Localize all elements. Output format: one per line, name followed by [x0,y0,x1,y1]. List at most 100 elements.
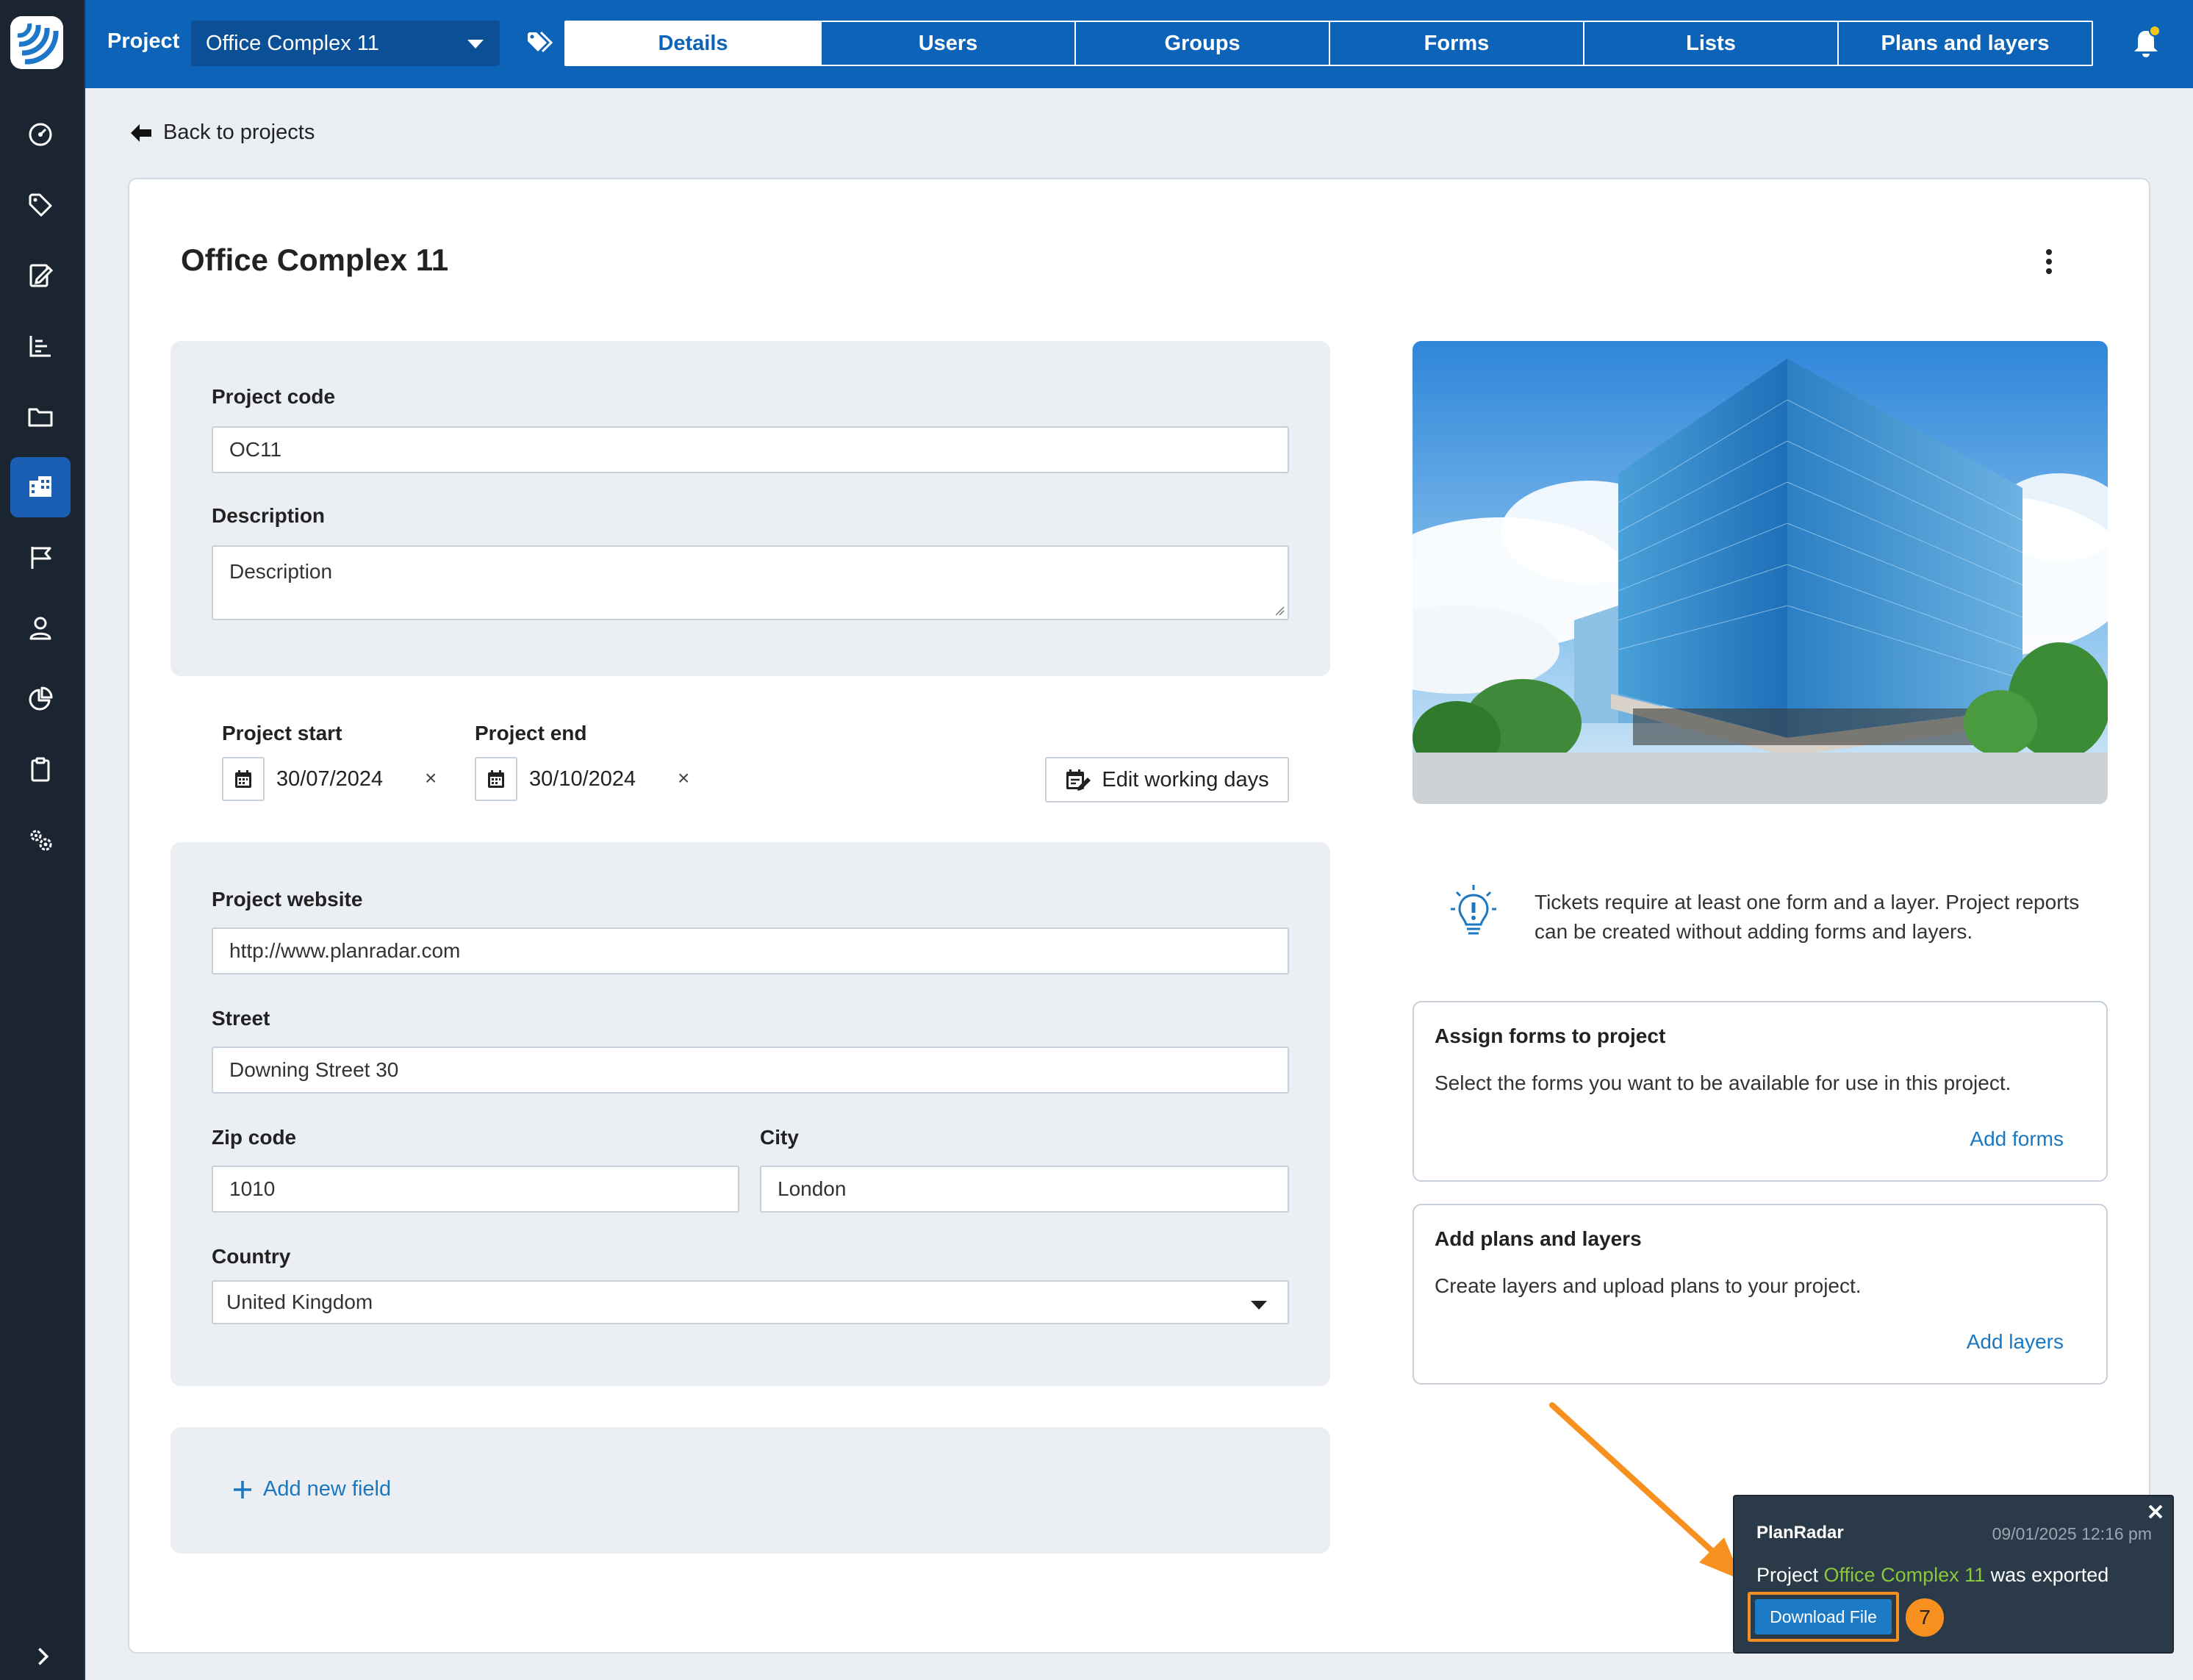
user-icon [29,617,51,640]
toast-msg-prefix: Project [1756,1564,1824,1586]
zip-code-label: Zip code [212,1126,297,1149]
add-new-field-button[interactable]: Add new field [232,1477,391,1501]
project-start-label: Project start [222,722,342,744]
toast-message: Project Office Complex 11 was exported [1756,1564,2108,1587]
basic-info-panel [171,341,1330,676]
tab-users[interactable]: Users [820,22,1074,65]
chart-icon [29,336,51,357]
nav-checklists[interactable] [10,739,71,800]
edit-working-days-button[interactable]: Edit working days [1045,757,1289,803]
project-code-label: Project code [212,385,336,408]
assign-forms-title: Assign forms to project [1435,1024,1666,1047]
back-to-projects-link[interactable]: Back to projects [129,121,315,145]
export-notification-toast: PlanRadar 09/01/2025 12:16 pm Project Of… [1733,1495,2174,1654]
end-date-picker-button[interactable] [475,757,517,801]
hint-text: Tickets require at least one form and a … [1535,891,2080,943]
planradar-logo[interactable] [10,16,63,69]
close-icon[interactable] [2146,1502,2165,1521]
pie-chart-icon [29,686,53,711]
annotation-arrow-icon [1549,1402,1742,1580]
nav-users[interactable] [10,598,71,658]
project-website-input[interactable]: http://www.planradar.com [212,927,1289,974]
flag-icon [31,547,51,569]
edit-working-days-label: Edit working days [1102,767,1269,791]
download-highlight-frame: Download File [1748,1592,1899,1642]
street-label: Street [212,1007,270,1030]
arrow-left-icon [131,123,151,142]
nav-dashboard[interactable] [10,104,71,165]
tag-icon [29,193,52,217]
street-value: Downing Street 30 [229,1058,399,1081]
nav-settings[interactable] [10,810,71,870]
step-number-badge: 7 [1903,1596,1946,1639]
plans-layers-title: Add plans and layers [1435,1227,1642,1250]
caret-down-icon [467,40,484,49]
nav-projects[interactable] [10,457,71,517]
nav-documents[interactable] [10,387,71,447]
nav-forms[interactable] [10,245,71,306]
country-select[interactable]: United Kingdom [212,1280,1289,1324]
nav-reports[interactable] [10,669,71,729]
country-value: United Kingdom [226,1290,373,1313]
city-input[interactable]: London [760,1166,1289,1213]
nav-statistics[interactable] [10,316,71,376]
toast-project-name[interactable]: Office Complex 11 [1824,1564,1986,1586]
project-image[interactable] [1413,341,2108,804]
street-input[interactable]: Downing Street 30 [212,1047,1289,1094]
plus-icon [234,1480,251,1498]
project-tabs: Details Users Groups Forms Lists Plans a… [564,21,2093,66]
add-layers-link[interactable]: Add layers [1967,1330,2064,1354]
project-label: Project [107,29,180,53]
assign-forms-box: Assign forms to project Select the forms… [1413,1001,2108,1182]
project-website-value: http://www.planradar.com [229,939,461,962]
clipboard-icon [31,757,50,782]
settings-icon [30,830,52,851]
zip-code-value: 1010 [229,1177,276,1200]
tab-plans-and-layers[interactable]: Plans and layers [1837,22,2092,65]
dashboard-icon [29,123,52,146]
tab-groups[interactable]: Groups [1074,22,1329,65]
project-website-label: Project website [212,888,363,911]
tab-details[interactable]: Details [566,22,820,65]
clear-start-date-button[interactable]: × [425,767,437,790]
plans-layers-box: Add plans and layers Create layers and u… [1413,1204,2108,1385]
city-label: City [760,1126,799,1149]
expand-sidebar-button[interactable] [22,1640,63,1673]
calendar-icon [488,770,504,788]
page-title: Office Complex 11 [181,243,449,277]
nav-tickets[interactable] [10,528,71,588]
calendar-edit-icon [1066,769,1091,791]
nav-tags[interactable] [10,175,71,235]
clear-end-date-button[interactable]: × [678,767,689,790]
assign-forms-desc: Select the forms you want to be availabl… [1435,1071,2011,1094]
calendar-icon [235,770,251,788]
folder-icon [28,408,53,427]
project-code-input[interactable]: OC11 [212,426,1289,473]
add-new-field-label: Add new field [263,1477,392,1501]
zip-code-input[interactable]: 1010 [212,1166,739,1213]
building-icon [29,476,51,497]
city-value: London [778,1177,847,1200]
toast-brand: PlanRadar [1756,1523,1844,1543]
more-options-icon[interactable] [2039,247,2059,276]
tab-lists[interactable]: Lists [1583,22,1837,65]
add-forms-link[interactable]: Add forms [1970,1127,2064,1151]
project-code-value: OC11 [229,438,282,461]
tab-forms[interactable]: Forms [1329,22,1583,65]
tags-icon[interactable] [526,31,554,56]
back-label: Back to projects [163,121,315,144]
top-bar: Project Office Complex 11 Details Users … [85,0,2193,88]
download-file-button[interactable]: Download File [1755,1599,1892,1634]
project-end-value[interactable]: 30/10/2024 [529,767,636,791]
resize-handle-icon[interactable] [1273,604,1285,616]
caret-down-icon [1251,1301,1267,1310]
country-label: Country [212,1245,291,1268]
description-placeholder: Description [229,560,333,583]
start-date-picker-button[interactable] [222,757,265,801]
chevron-right-icon [38,1648,49,1665]
notification-badge [2149,25,2161,37]
project-start-value[interactable]: 30/07/2024 [276,767,383,791]
project-end-label: Project end [475,722,587,744]
project-select[interactable]: Office Complex 11 [191,21,500,66]
description-textarea[interactable]: Description [212,545,1289,620]
